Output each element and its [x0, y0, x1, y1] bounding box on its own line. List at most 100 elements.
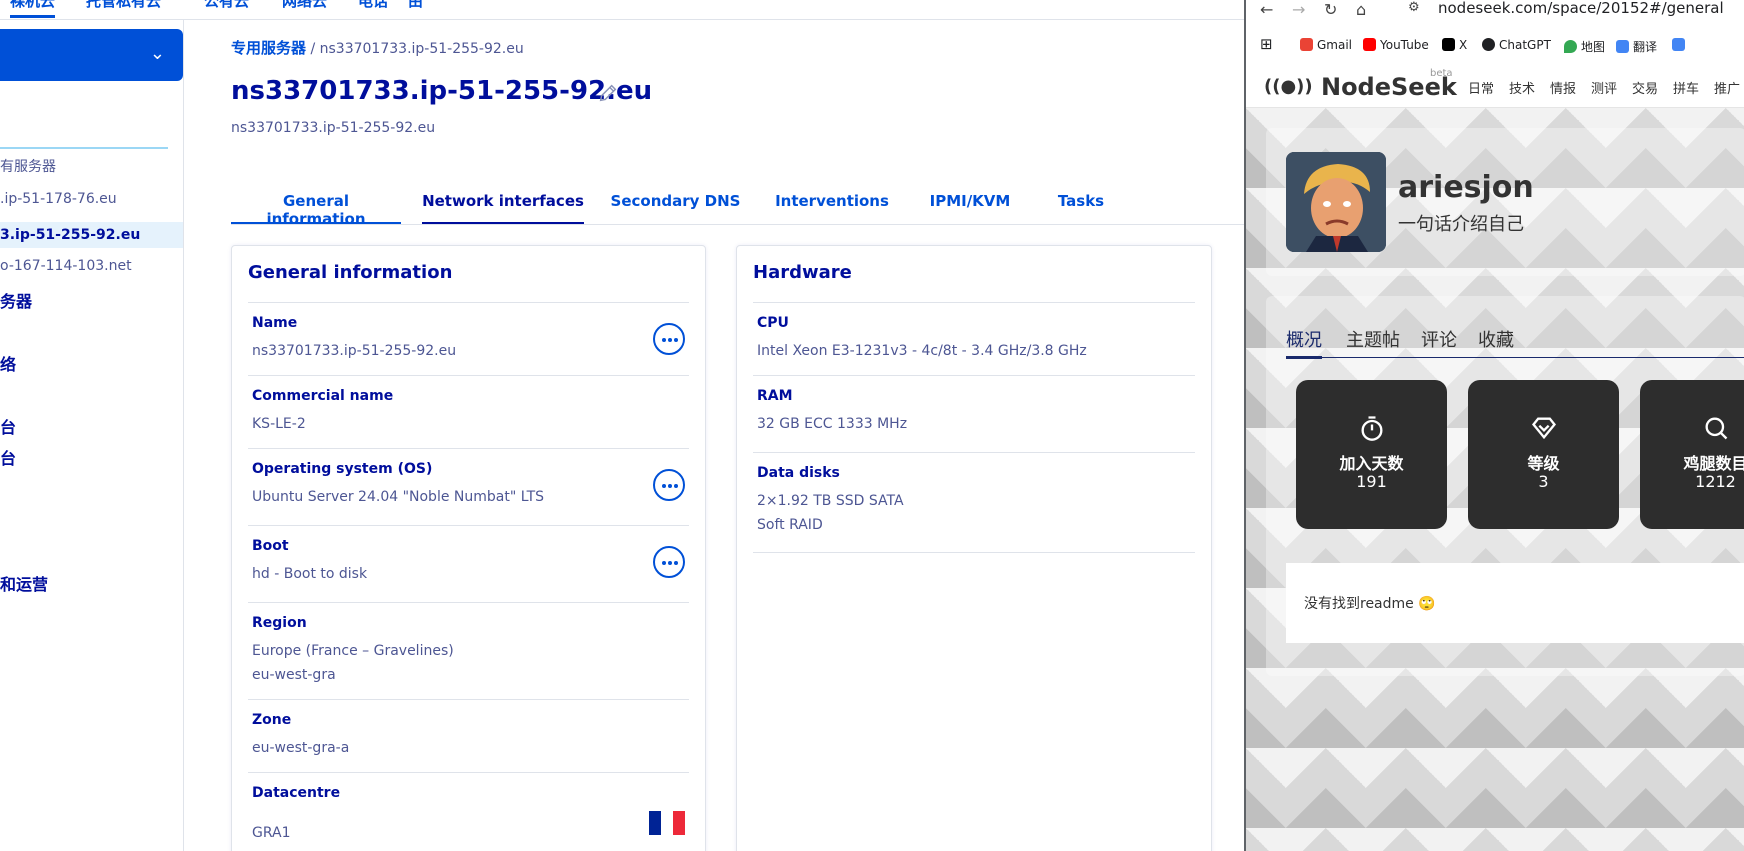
- sidebar-item-server-3[interactable]: o-167-114-103.net: [0, 258, 132, 274]
- topnav-item-baremetal[interactable]: 裸机云: [10, 0, 56, 18]
- sidebar-item-all-servers[interactable]: 有服务器: [0, 156, 56, 176]
- tab-interventions[interactable]: Interventions: [772, 192, 892, 224]
- site-info-icon[interactable]: ⚙: [1408, 0, 1420, 15]
- topnav-item-network-cloud[interactable]: 网络云: [282, 0, 327, 11]
- hw-row-data-disks: Data disks 2×1.92 TB SSD SATA Soft RAID: [753, 452, 1195, 553]
- stat-level: 等级 3: [1468, 380, 1619, 529]
- tab-topics[interactable]: 主题帖: [1346, 326, 1400, 352]
- tab-ipmi-kvm[interactable]: IPMI/KVM: [925, 192, 1015, 224]
- general-information-card: General information Name ns33701733.ip-5…: [231, 245, 706, 851]
- timer-icon: [1361, 416, 1382, 441]
- stat-join-days: 加入天数 191: [1296, 380, 1447, 529]
- readme-box: 没有找到readme 🙄: [1286, 563, 1744, 643]
- topnav-item-telephony[interactable]: 电话: [358, 0, 388, 11]
- more-actions-button[interactable]: [653, 469, 685, 501]
- top-navigation: 裸机云 托管私有云 公有云 网络云 电话 由: [0, 0, 1244, 20]
- avatar[interactable]: [1286, 152, 1386, 252]
- nav-intel[interactable]: 情报: [1550, 78, 1576, 97]
- nav-carpool[interactable]: 拼车: [1673, 78, 1699, 97]
- hardware-title: Hardware: [753, 262, 852, 283]
- x-icon: [1442, 38, 1455, 51]
- bookmark-chatgpt[interactable]: ChatGPT: [1482, 38, 1551, 52]
- address-bar[interactable]: nodeseek.com/space/20152#/general: [1438, 0, 1724, 17]
- topnav-item-more[interactable]: 由: [408, 0, 423, 11]
- tab-favorites[interactable]: 收藏: [1478, 326, 1514, 352]
- tab-network-interfaces[interactable]: Network interfaces: [422, 192, 584, 224]
- tab-overview[interactable]: 概况: [1286, 326, 1322, 352]
- stat-label: 鸡腿数目: [1683, 454, 1744, 473]
- more-actions-button[interactable]: [653, 323, 685, 355]
- reload-icon[interactable]: ↻: [1324, 0, 1337, 19]
- breadcrumb-link[interactable]: 专用服务器: [231, 39, 306, 57]
- bookmark-x[interactable]: X: [1442, 38, 1467, 52]
- forward-icon[interactable]: →: [1292, 0, 1305, 19]
- tab-comments[interactable]: 评论: [1421, 326, 1457, 352]
- bookmark-translate[interactable]: 翻译: [1616, 38, 1657, 55]
- username: ariesjon: [1398, 170, 1534, 205]
- search-icon: [1705, 417, 1727, 440]
- dot: [674, 561, 678, 565]
- info-value: Ubuntu Server 24.04 "Noble Numbat" LTS: [252, 489, 545, 505]
- bookmark-maps[interactable]: 地图: [1564, 38, 1605, 55]
- edit-pencil-icon[interactable]: [597, 82, 619, 104]
- nodeseek-logo-icon: ((●)): [1264, 76, 1313, 97]
- dot: [668, 484, 672, 488]
- translate-icon: [1616, 40, 1629, 53]
- hw-label: Data disks: [757, 465, 840, 481]
- service-selector[interactable]: ⌄: [0, 29, 183, 81]
- diamond-icon: [1531, 417, 1556, 440]
- cube-icon: [1672, 38, 1685, 51]
- bookmark-youtube[interactable]: YouTube: [1363, 38, 1429, 52]
- extension-icon[interactable]: [1672, 38, 1689, 52]
- nav-tech[interactable]: 技术: [1509, 78, 1535, 97]
- profile-tab-line: [1286, 357, 1744, 358]
- stat-label: 等级: [1527, 454, 1560, 473]
- sidebar-item-platform-1[interactable]: 台: [0, 414, 16, 438]
- apps-grid-icon[interactable]: ⊞: [1260, 35, 1273, 53]
- sidebar-item-operations[interactable]: 和运营: [0, 571, 48, 595]
- topnav-item-hosted-private-cloud[interactable]: 托管私有云: [86, 0, 161, 11]
- info-row-boot: Boot hd - Boot to disk: [248, 525, 689, 602]
- sidebar-item-servers-group[interactable]: 务器: [0, 288, 32, 312]
- dot: [674, 338, 678, 342]
- home-icon[interactable]: ⌂: [1356, 0, 1366, 19]
- tab-secondary-dns[interactable]: Secondary DNS: [608, 192, 743, 224]
- tab-tasks[interactable]: Tasks: [1041, 192, 1121, 224]
- hw-row-cpu: CPU Intel Xeon E3-1231v3 - 4c/8t - 3.4 G…: [753, 302, 1195, 375]
- browser-toolbar: ← → ↻ ⌂ ⚙ nodeseek.com/space/20152#/gene…: [1246, 0, 1744, 24]
- info-label: Operating system (OS): [252, 461, 433, 477]
- nav-promote[interactable]: 推广: [1714, 78, 1740, 97]
- more-actions-button[interactable]: [653, 546, 685, 578]
- sidebar-item-network[interactable]: 络: [0, 351, 16, 375]
- sidebar-item-platform-2[interactable]: 台: [0, 445, 16, 469]
- info-value: KS-LE-2: [252, 416, 306, 432]
- browser-window: ← → ↻ ⌂ ⚙ nodeseek.com/space/20152#/gene…: [1244, 0, 1744, 851]
- bookmark-gmail[interactable]: Gmail: [1300, 38, 1352, 52]
- readme-text: 没有找到readme 🙄: [1304, 596, 1436, 612]
- info-row-region: Region Europe (France – Gravelines) eu-w…: [248, 602, 689, 699]
- back-icon[interactable]: ←: [1260, 0, 1273, 19]
- flag-stripe-white: [661, 811, 673, 835]
- info-row-name: Name ns33701733.ip-51-255-92.eu: [248, 302, 689, 375]
- hardware-card: Hardware CPU Intel Xeon E3-1231v3 - 4c/8…: [736, 245, 1212, 851]
- info-row-commercial-name: Commercial name KS-LE-2: [248, 375, 689, 448]
- nav-review[interactable]: 测评: [1591, 78, 1617, 97]
- info-value: ns33701733.ip-51-255-92.eu: [252, 343, 457, 359]
- dot: [668, 338, 672, 342]
- sidebar-item-server-active[interactable]: 3.ip-51-255-92.eu: [0, 222, 183, 248]
- flag-stripe-red: [673, 811, 685, 835]
- chevron-down-icon: ⌄: [149, 43, 165, 64]
- france-flag-icon: [649, 811, 685, 835]
- tab-general-information[interactable]: General information: [231, 192, 401, 228]
- tab-bar: General information Network interfaces S…: [231, 192, 1244, 228]
- breadcrumb: 专用服务器 / ns33701733.ip-51-255-92.eu: [231, 37, 524, 58]
- nodeseek-logo[interactable]: ((●)) NodeSeek: [1264, 73, 1457, 101]
- hw-label: CPU: [757, 315, 789, 331]
- hw-label: RAM: [757, 388, 793, 404]
- info-label: Datacentre: [252, 785, 341, 801]
- nav-trade[interactable]: 交易: [1632, 78, 1658, 97]
- topnav-item-public-cloud[interactable]: 公有云: [204, 0, 249, 11]
- sidebar-item-server-1[interactable]: .ip-51-178-76.eu: [0, 191, 117, 207]
- dot: [662, 484, 666, 488]
- nav-daily[interactable]: 日常: [1468, 78, 1494, 97]
